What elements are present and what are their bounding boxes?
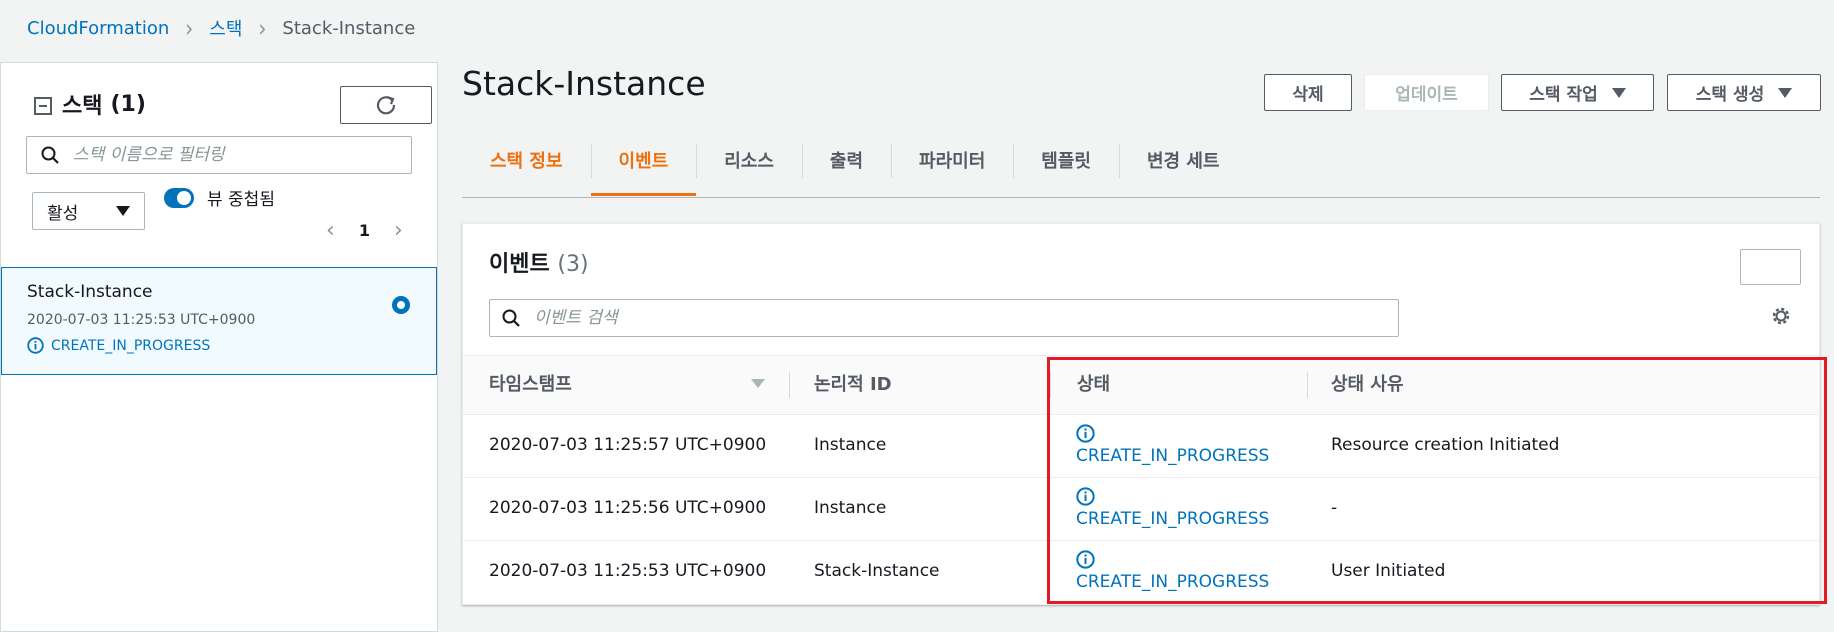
highlight-box bbox=[1047, 357, 1827, 604]
stack-status: CREATE_IN_PROGRESS bbox=[27, 337, 210, 354]
stack-filter-search bbox=[26, 136, 412, 174]
update-button[interactable]: 업데이트 bbox=[1364, 74, 1489, 111]
stack-name: Stack-Instance bbox=[27, 282, 153, 302]
column-divider bbox=[789, 372, 790, 398]
stacks-pagination: ‹ 1 › bbox=[316, 218, 413, 243]
events-title-label: 이벤트 bbox=[489, 252, 550, 277]
delete-button[interactable]: 삭제 bbox=[1264, 74, 1352, 111]
stack-actions-button[interactable]: 스택 작업 bbox=[1501, 74, 1654, 111]
chevron-right-icon: › bbox=[185, 13, 194, 43]
caret-down-icon bbox=[116, 206, 130, 216]
chevron-right-icon: › bbox=[258, 13, 267, 43]
breadcrumb-current: Stack-Instance bbox=[282, 17, 416, 39]
events-search bbox=[489, 299, 1399, 337]
breadcrumb: CloudFormation › 스택 › Stack-Instance bbox=[27, 13, 416, 43]
event-logical-id: Stack-Instance bbox=[814, 561, 940, 581]
search-icon bbox=[502, 309, 520, 327]
search-icon bbox=[41, 146, 59, 164]
events-count: (3) bbox=[557, 252, 589, 277]
column-header-logical-id[interactable]: 논리적 ID bbox=[814, 370, 892, 396]
caret-down-icon bbox=[1611, 87, 1626, 98]
event-logical-id: Instance bbox=[814, 435, 887, 455]
stack-status-select[interactable]: 활성 bbox=[32, 192, 145, 230]
event-timestamp: 2020-07-03 11:25:56 UTC+0900 bbox=[489, 498, 767, 518]
stacks-panel-title: 스택 (1) bbox=[34, 88, 146, 120]
info-icon bbox=[27, 337, 44, 354]
tab-template[interactable]: 템플릿 bbox=[1013, 140, 1119, 196]
tab-change-sets[interactable]: 변경 세트 bbox=[1118, 140, 1248, 196]
stack-status-select-value: 활성 bbox=[47, 203, 79, 224]
event-timestamp: 2020-07-03 11:25:53 UTC+0900 bbox=[489, 561, 767, 581]
collapse-icon[interactable] bbox=[34, 97, 52, 115]
tab-events[interactable]: 이벤트 bbox=[590, 140, 697, 196]
refresh-icon bbox=[376, 95, 396, 115]
create-stack-label: 스택 생성 bbox=[1695, 85, 1765, 105]
stack-select-radio[interactable] bbox=[392, 296, 410, 314]
stack-tabs: 스택 정보 이벤트 리소스 출력 파라미터 템플릿 변경 세트 bbox=[462, 140, 1247, 196]
tab-outputs[interactable]: 출력 bbox=[801, 140, 891, 196]
refresh-button[interactable] bbox=[340, 86, 432, 124]
sort-descending-icon[interactable] bbox=[751, 379, 765, 388]
nested-view-toggle[interactable] bbox=[164, 188, 194, 208]
page-title: Stack-Instance bbox=[462, 64, 706, 103]
event-logical-id: Instance bbox=[814, 498, 887, 518]
stack-status-text: CREATE_IN_PROGRESS bbox=[51, 337, 211, 354]
breadcrumb-stacks-link[interactable]: 스택 bbox=[209, 15, 242, 41]
events-title: 이벤트 (3) bbox=[489, 246, 589, 278]
stack-created-time: 2020-07-03 11:25:53 UTC+0900 bbox=[27, 312, 256, 328]
tab-parameters[interactable]: 파라미터 bbox=[891, 140, 1013, 196]
page-number[interactable]: 1 bbox=[345, 221, 384, 240]
tabs-divider bbox=[462, 197, 1820, 198]
event-timestamp: 2020-07-03 11:25:57 UTC+0900 bbox=[489, 435, 767, 455]
stack-actions-label: 스택 작업 bbox=[1529, 85, 1598, 105]
nested-view-label: 뷰 중첩됨 bbox=[207, 190, 275, 210]
stacks-count: (1) bbox=[110, 91, 146, 117]
create-stack-button[interactable]: 스택 생성 bbox=[1667, 74, 1821, 111]
tab-resources[interactable]: 리소스 bbox=[696, 140, 802, 196]
events-search-input[interactable] bbox=[532, 307, 1392, 329]
gear-icon[interactable] bbox=[1770, 305, 1792, 327]
caret-down-icon bbox=[1778, 87, 1793, 98]
breadcrumb-cloudformation-link[interactable]: CloudFormation bbox=[27, 18, 169, 39]
events-refresh-button[interactable] bbox=[1740, 249, 1801, 285]
previous-page-icon[interactable]: ‹ bbox=[316, 218, 345, 243]
next-page-icon[interactable]: › bbox=[384, 218, 413, 243]
tab-stack-info[interactable]: 스택 정보 bbox=[462, 140, 591, 196]
stacks-title-label: 스택 bbox=[62, 94, 103, 119]
stack-filter-input[interactable] bbox=[71, 144, 391, 166]
column-header-timestamp[interactable]: 타임스탬프 bbox=[489, 370, 572, 396]
